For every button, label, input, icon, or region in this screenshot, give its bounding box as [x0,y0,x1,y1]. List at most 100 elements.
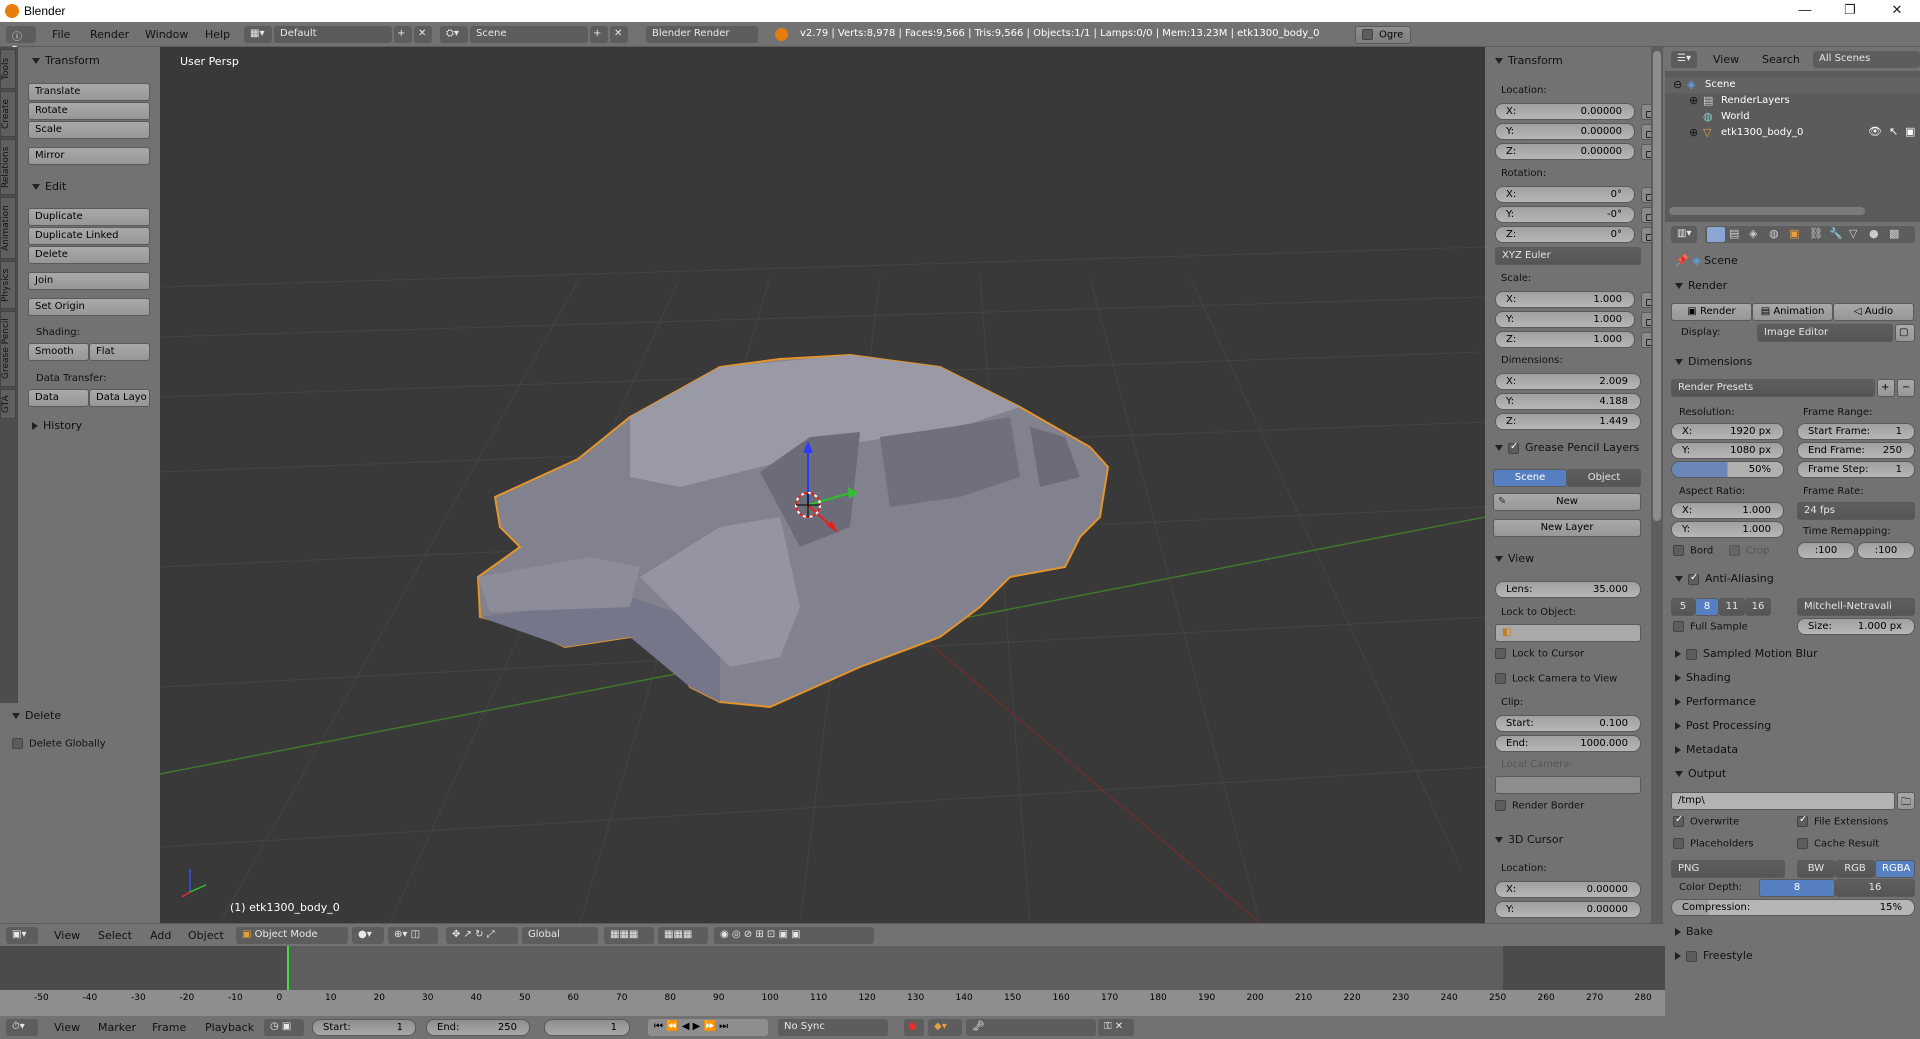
properties-editor-type-icon[interactable]: ▥▾ [1671,226,1697,243]
color-depth-8-button[interactable]: 8 [1759,879,1835,897]
crop-checkbox[interactable]: Crop [1729,545,1769,557]
tab-grease-pencil[interactable]: Grease Pencil [0,311,16,387]
border-checkbox[interactable]: Bord [1673,545,1713,557]
mirror-button[interactable]: Mirror [28,147,150,165]
add-scene-icon[interactable]: + [590,26,608,43]
preview-range-toggles[interactable]: ◷ ▣ [264,1019,304,1036]
ogre-toggle[interactable]: Ogre [1355,26,1411,44]
menu-render[interactable]: Render [90,28,129,41]
render-panel-header[interactable]: Render [1675,279,1727,292]
scale-y-field[interactable]: Y: 1.000 [1495,311,1635,328]
timeline-frame-menu[interactable]: Frame [152,1021,186,1034]
overwrite-checkbox[interactable]: Overwrite [1673,814,1739,828]
clip-start-field[interactable]: Start: 0.100 [1495,715,1641,732]
n-view-header[interactable]: View [1495,552,1534,565]
viewport-shading-select[interactable]: ●▾ [352,927,384,944]
3d-cursor-header[interactable]: 3D Cursor [1495,833,1563,846]
delete-operator-header[interactable]: Delete [12,709,61,722]
anti-aliasing-header[interactable]: Anti-Aliasing [1675,572,1774,585]
outliner-row-object[interactable]: ⊕ ▽ etk1300_body_0 👁 ↖ ▣ [1665,125,1920,141]
delete-scene-icon[interactable]: ✕ [610,26,628,43]
render-window-icon[interactable]: ▢ [1895,324,1915,342]
filter-size-field[interactable]: Size: 1.000 px [1797,618,1915,635]
delete-layout-icon[interactable]: ✕ [414,26,432,43]
file-extensions-checkbox[interactable]: File Extensions [1797,814,1888,828]
aa-filter-select[interactable]: Mitchell-Netravali [1797,598,1915,616]
resolution-x-field[interactable]: X: 1920 px [1671,423,1784,440]
tab-animation[interactable]: Animation [0,197,16,259]
properties-context-tabs[interactable]: ▤ ◈ ◍ ▣ ⛓ 🔧 ▽ ● ▩ [1705,226,1915,243]
viewport-canvas[interactable] [160,47,1485,923]
current-frame-indicator[interactable] [287,946,289,994]
gp-new-layer-button[interactable]: New Layer [1493,519,1641,537]
selectable-arrow-icon[interactable]: ↖ [1889,125,1898,138]
editor-type-info-icon[interactable]: ⓘ ▾ [6,26,36,54]
delete-globally-checkbox[interactable]: Delete Globally [12,738,106,750]
outliner-display-mode[interactable]: All Scenes [1813,51,1920,68]
outliner-editor-type-icon[interactable]: ☰▾ [1671,51,1697,68]
render-border-checkbox[interactable]: Render Border [1495,800,1584,812]
performance-panel-header[interactable]: Performance [1675,695,1756,708]
remove-preset-icon[interactable]: − [1897,379,1915,397]
render-camera-icon[interactable]: ▣ [1905,125,1915,138]
manipulator-toggles[interactable]: ✥ ↗ ↻ ⤢ [446,927,518,944]
menu-help[interactable]: Help [205,28,230,41]
data-context-icon[interactable]: ▽ [1849,227,1857,240]
full-sample-checkbox[interactable]: Full Sample [1673,621,1748,633]
scene-layers-grid[interactable]: ▦▦▦ [604,927,654,944]
screen-layout-field[interactable]: Default [274,26,392,43]
set-origin-menu[interactable]: Set Origin [28,298,150,316]
animation-button[interactable]: ▤ Animation [1752,303,1833,321]
aa-samples-5[interactable]: 5 [1671,598,1695,616]
file-format-select[interactable]: PNG [1671,860,1785,878]
aspect-y-field[interactable]: Y: 1.000 [1671,521,1784,538]
bake-panel-header[interactable]: Bake [1675,925,1713,938]
aa-samples-8[interactable]: 8 [1695,598,1719,616]
maximize-button[interactable]: ❐ [1830,2,1870,20]
dimensions-panel-header[interactable]: Dimensions [1675,355,1752,368]
menu-window[interactable]: Window [145,28,188,41]
edit-panel-header[interactable]: Edit [32,180,66,193]
object-context-icon[interactable]: ▣ [1789,227,1799,240]
viewport-editor-type-icon[interactable]: ▣▾ [6,927,38,944]
transform-panel-header[interactable]: Transform [32,54,100,67]
start-frame-field[interactable]: Start Frame: 1 [1797,423,1915,440]
grease-pencil-layers-header[interactable]: Grease Pencil Layers [1495,441,1639,454]
display-select[interactable]: Image Editor [1757,324,1893,342]
outliner-hscrollbar[interactable] [1669,207,1865,215]
scale-x-field[interactable]: X: 1.000 [1495,291,1635,308]
tab-gta[interactable]: GTA [0,389,16,419]
scale-button[interactable]: Scale [28,121,150,139]
transform-orientation-select[interactable]: Global [522,927,598,944]
minimize-button[interactable]: — [1785,2,1825,20]
lock-object-field[interactable]: ◧ [1495,624,1641,642]
frame-rate-select[interactable]: 24 fps [1797,502,1915,520]
color-bw-button[interactable]: BW [1797,860,1835,878]
n-panel-scrollbar[interactable] [1651,47,1663,923]
timeline-playback-menu[interactable]: Playback [205,1021,254,1034]
clip-end-field[interactable]: End: 1000.000 [1495,735,1641,752]
dimension-y-field[interactable]: Y: 4.188 [1495,393,1641,410]
sync-mode-select[interactable]: No Sync [778,1019,888,1036]
render-button[interactable]: ▣ Render [1671,303,1752,321]
frame-step-field[interactable]: Frame Step: 1 [1797,461,1915,478]
tab-physics[interactable]: Physics [0,261,16,309]
data-layout-button[interactable]: Data Layo [89,389,150,407]
timeline-area[interactable] [0,946,1665,1016]
texture-context-icon[interactable]: ▩ [1889,227,1899,240]
outliner-row-scene[interactable]: ⊖ ◈ Scene [1665,77,1920,93]
data-transfer-button[interactable]: Data [28,389,89,407]
post-processing-panel-header[interactable]: Post Processing [1675,719,1771,732]
duplicate-linked-button[interactable]: Duplicate Linked [28,227,150,245]
viewport-view-menu[interactable]: View [54,929,80,942]
n-transform-header[interactable]: Transform [1495,54,1563,67]
rotation-y-field[interactable]: Y: -0° [1495,206,1635,223]
time-remap-old-field[interactable]: :100 [1797,542,1855,559]
color-depth-16-button[interactable]: 16 [1835,879,1915,897]
render-layers-context-icon[interactable]: ▤ [1729,227,1739,240]
render-context-icon[interactable] [1707,227,1725,242]
visibility-eye-icon[interactable]: 👁 [1868,125,1882,138]
interaction-mode-select[interactable]: ▣ Object Mode [236,927,348,944]
timeline-editor-type-icon[interactable]: ⏱▾ [6,1019,38,1036]
render-engine-select[interactable]: Blender Render [646,26,758,43]
